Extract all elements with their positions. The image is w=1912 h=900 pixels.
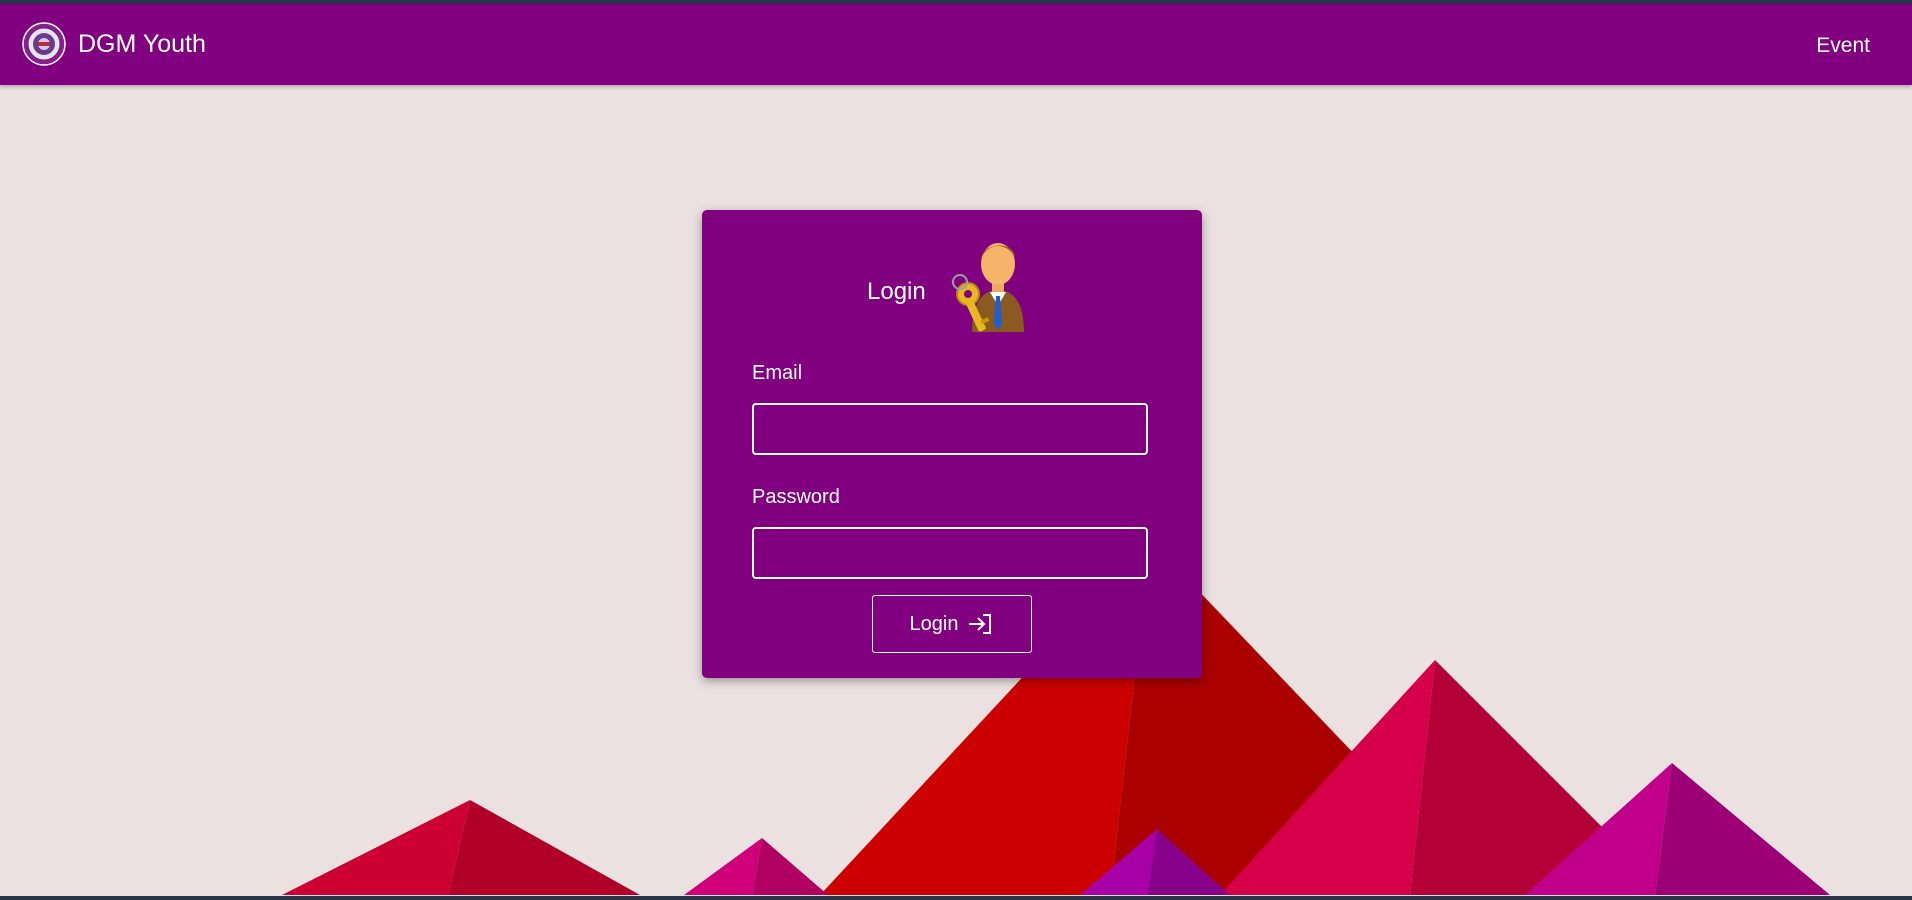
window-bottom-border bbox=[0, 896, 1912, 900]
email-field[interactable] bbox=[752, 403, 1148, 455]
user-with-key-icon bbox=[952, 243, 1024, 332]
login-card: Login Email Password Login bbox=[702, 210, 1202, 678]
nav-link-event[interactable]: Event bbox=[1816, 34, 1870, 58]
top-navbar: DGM Youth Event bbox=[0, 4, 1912, 85]
brand-home-link[interactable]: DGM Youth bbox=[22, 22, 206, 66]
password-field[interactable] bbox=[752, 527, 1148, 579]
password-label: Password bbox=[752, 486, 840, 508]
login-button-label: Login bbox=[909, 612, 959, 635]
brand-name: DGM Youth bbox=[78, 30, 206, 58]
sign-in-arrow-icon bbox=[969, 614, 992, 634]
circular-seal-logo-icon bbox=[22, 22, 66, 66]
login-card-header: Login bbox=[702, 234, 1202, 338]
email-label: Email bbox=[752, 362, 803, 384]
login-title: Login bbox=[867, 278, 926, 305]
login-button[interactable]: Login bbox=[872, 595, 1032, 653]
